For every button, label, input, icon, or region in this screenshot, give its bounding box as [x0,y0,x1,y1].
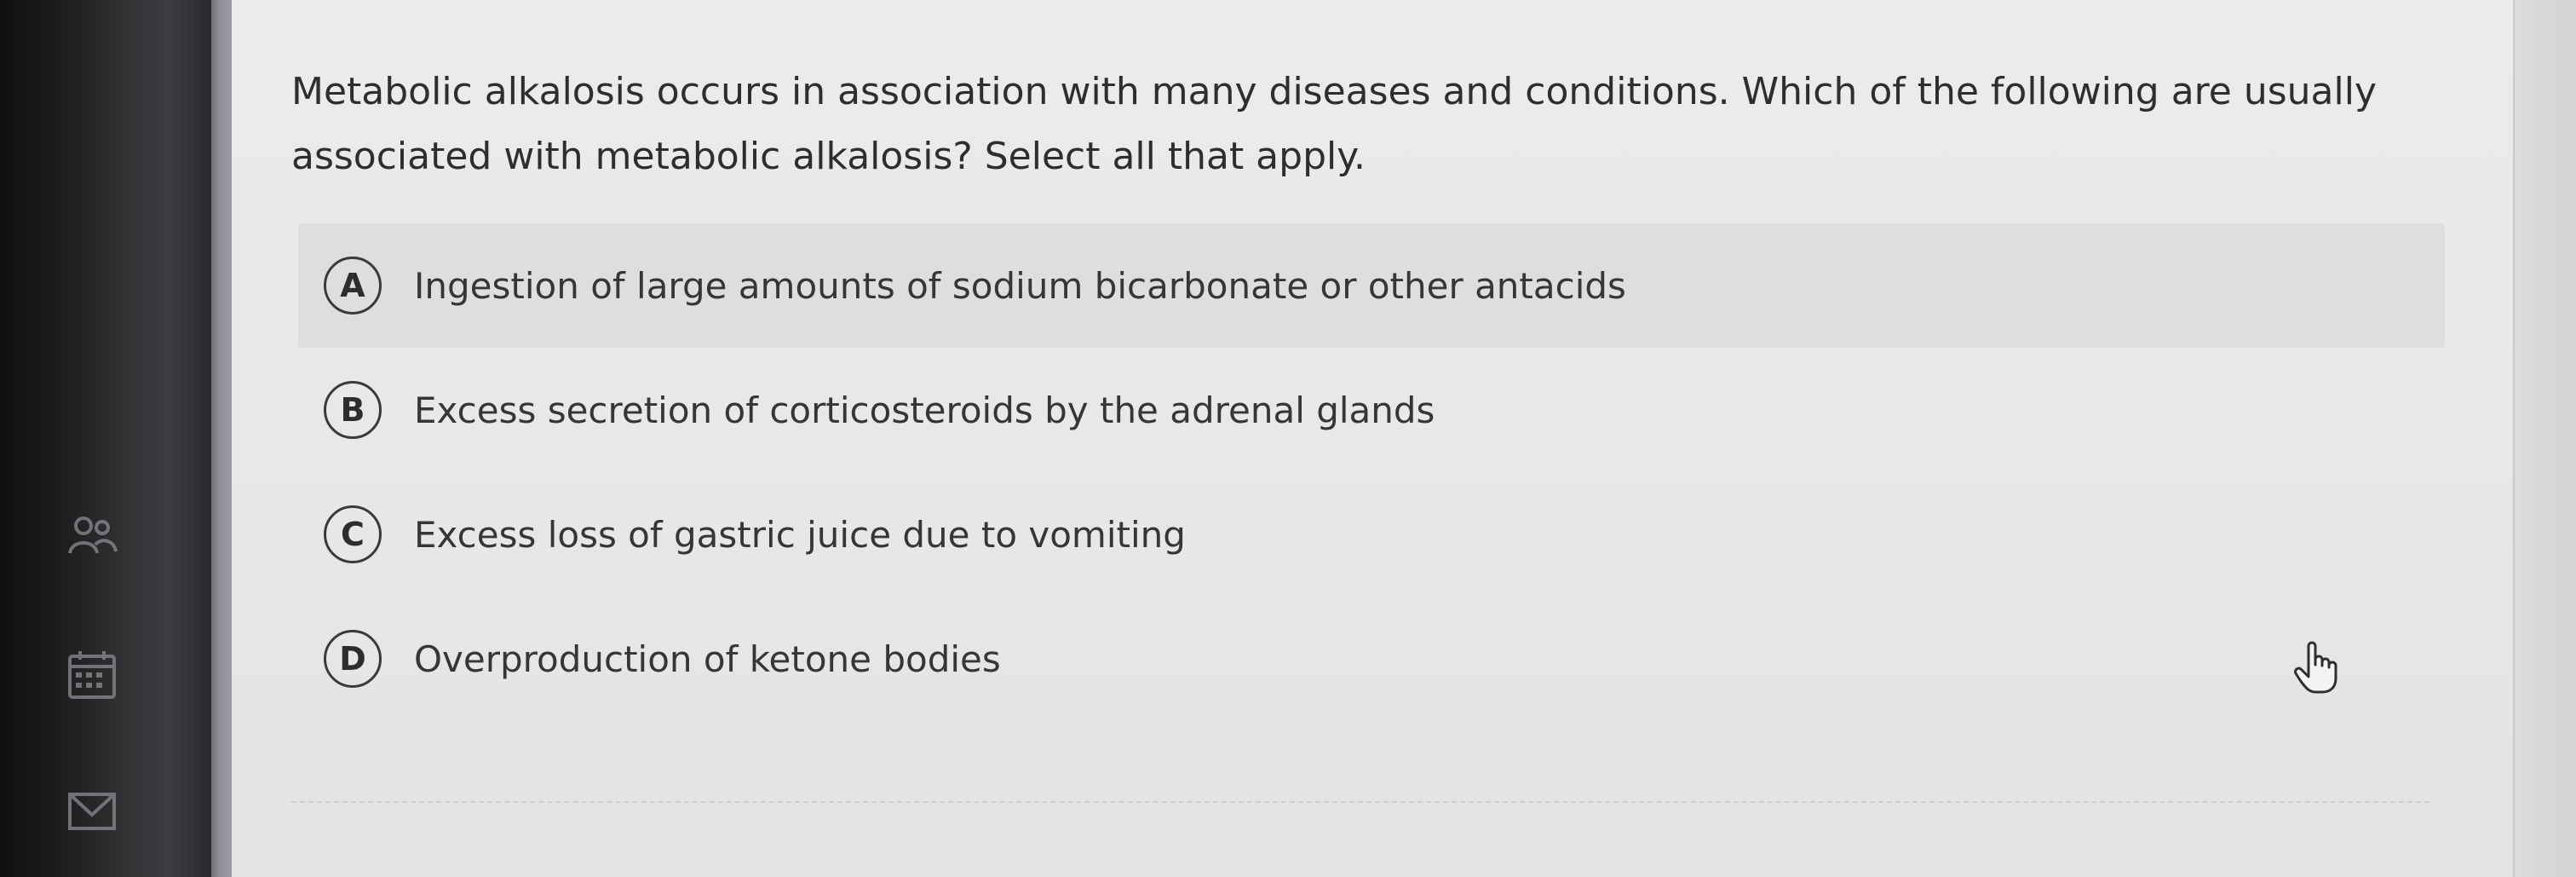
option-b[interactable]: B Excess secretion of corticosteroids by… [298,348,2445,472]
question-text: Metabolic alkalosis occurs in associatio… [291,70,2377,178]
option-letter-badge[interactable]: D [324,630,382,688]
answer-options: A Ingestion of large amounts of sodium b… [298,223,2445,721]
option-c[interactable]: C Excess loss of gastric juice due to vo… [298,472,2445,597]
option-d[interactable]: D Overproduction of ketone bodies [298,597,2445,721]
page-right-edge [2513,0,2576,877]
mail-icon[interactable] [65,784,119,839]
sidebar-divider [211,0,232,877]
app-sidebar [0,0,211,877]
option-label[interactable]: Overproduction of ketone bodies [414,638,1001,680]
option-letter-badge[interactable]: A [324,257,382,314]
section-divider [291,801,2429,803]
option-letter-badge[interactable]: B [324,381,382,439]
calendar-icon[interactable] [65,648,119,702]
option-label[interactable]: Excess loss of gastric juice due to vomi… [414,514,1186,556]
option-a[interactable]: A Ingestion of large amounts of sodium b… [298,223,2445,348]
hand-cursor-icon [2291,639,2341,695]
people-icon[interactable] [65,507,119,562]
option-label[interactable]: Excess secretion of corticosteroids by t… [414,389,1435,431]
option-letter-badge[interactable]: C [324,505,382,563]
option-label[interactable]: Ingestion of large amounts of sodium bic… [414,265,1626,307]
